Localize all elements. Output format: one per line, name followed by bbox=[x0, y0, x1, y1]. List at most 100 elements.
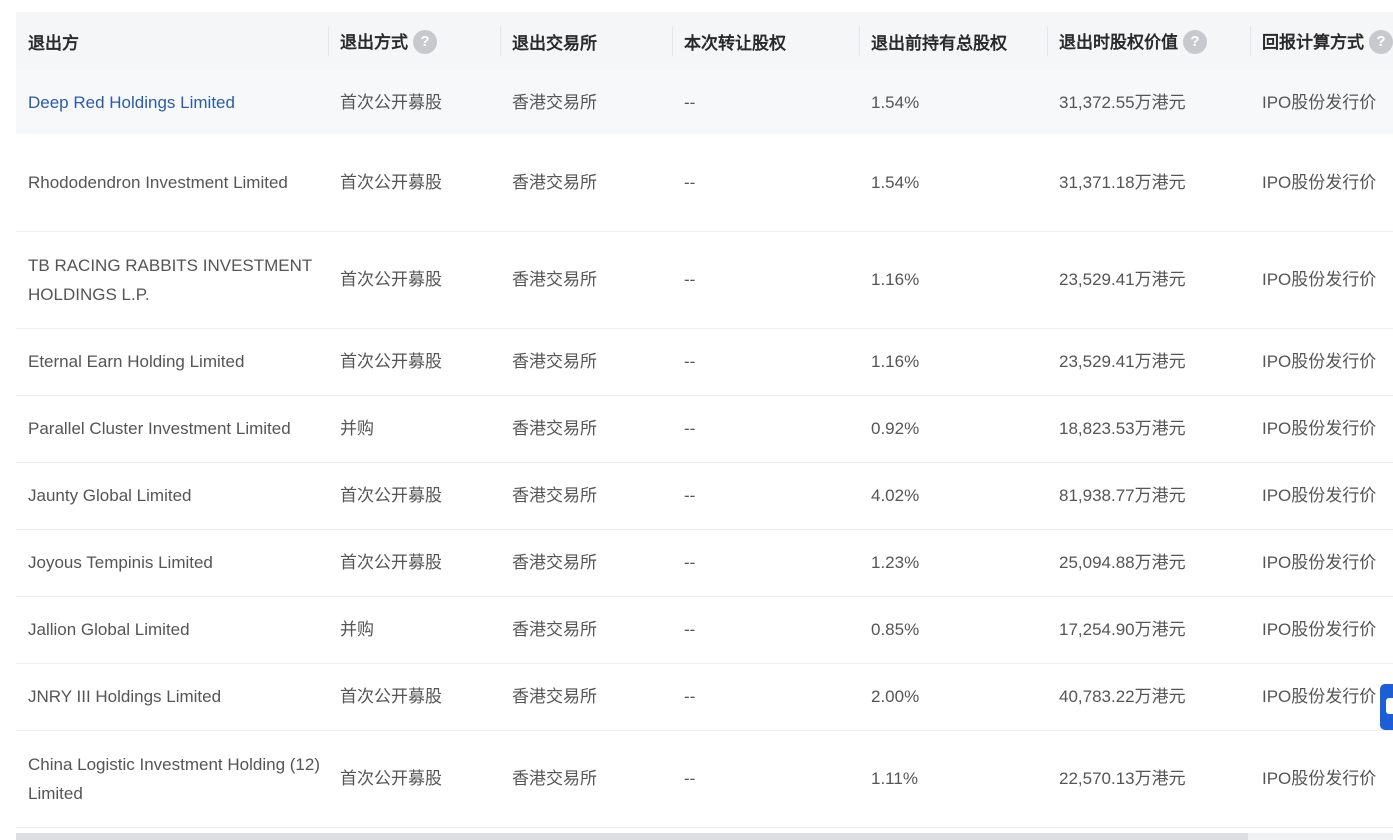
column-header-exit-value: 退出时股权价值? bbox=[1047, 12, 1250, 70]
floating-feedback-button[interactable] bbox=[1380, 684, 1393, 730]
cell-text: IPO股份发行价 bbox=[1262, 172, 1377, 192]
cell-text: 香港交易所 bbox=[512, 620, 597, 639]
table-row[interactable]: Jaunty Global Limited 首次公开募股 香港交易所 -- 4.02% 8… bbox=[16, 462, 1393, 530]
cell-exit-method: 首次公开募股 bbox=[328, 231, 500, 329]
column-header-transfer-equity: 本次转让股权 bbox=[672, 12, 859, 70]
cell-text: -- bbox=[684, 553, 696, 572]
table-row[interactable]: JNRY III Holdings Limited 首次公开募股 香港交易所 -- 2.… bbox=[16, 663, 1393, 731]
cell-text: -- bbox=[684, 620, 696, 639]
cell-exit-value: 25,094.88万港元 bbox=[1047, 529, 1250, 597]
cell-exit-method: 首次公开募股 bbox=[328, 328, 500, 396]
cell-exit-method: 并购 bbox=[328, 395, 500, 463]
cell-text: Jaunty Global Limited bbox=[28, 486, 192, 505]
cell-text: 首次公开募股 bbox=[340, 687, 442, 706]
cell-text: 23,529.41万港元 bbox=[1059, 270, 1186, 289]
cell-text: IPO股份发行价 bbox=[1262, 352, 1377, 371]
cell-exit-exchange: 香港交易所 bbox=[500, 596, 672, 664]
cell-text: IPO股份发行价 bbox=[1262, 270, 1377, 289]
horizontal-scrollbar[interactable] bbox=[16, 833, 1393, 840]
cell-exit-method: 首次公开募股 bbox=[328, 134, 500, 232]
table-row[interactable]: Jallion Global Limited 并购 香港交易所 -- 0.85% 17,2… bbox=[16, 596, 1393, 664]
cell-text: Parallel Cluster Investment Limited bbox=[28, 419, 291, 438]
cell-exit-party: Rhododendron Investment Limited bbox=[16, 134, 328, 232]
cell-return-calc: IPO股份发行价 bbox=[1250, 462, 1393, 530]
column-header-exit-exchange: 退出交易所 bbox=[500, 12, 672, 70]
cell-transfer-equity: -- bbox=[672, 395, 859, 463]
help-question-icon[interactable]: ? bbox=[1183, 30, 1207, 54]
table-row[interactable]: Eternal Earn Holding Limited 首次公开募股 香港交易所 -… bbox=[16, 328, 1393, 396]
cell-exit-exchange: 香港交易所 bbox=[500, 730, 672, 828]
table-row[interactable]: Rhododendron Investment Limited 首次公开募股 香港交… bbox=[16, 134, 1393, 232]
cell-held-equity: 1.23% bbox=[859, 529, 1047, 597]
column-divider bbox=[672, 26, 673, 56]
cell-text: 0.92% bbox=[871, 419, 920, 438]
cell-text: 1.54% bbox=[871, 92, 920, 112]
cell-exit-value: 22,570.13万港元 bbox=[1047, 730, 1250, 828]
cell-exit-value: 40,783.22万港元 bbox=[1047, 663, 1250, 731]
help-question-icon[interactable]: ? bbox=[1369, 30, 1393, 54]
cell-transfer-equity: -- bbox=[672, 328, 859, 396]
column-divider bbox=[1250, 26, 1251, 56]
cell-exit-value: 31,372.55万港元 bbox=[1047, 70, 1250, 134]
cell-text: IPO股份发行价 bbox=[1262, 553, 1377, 572]
table-row[interactable]: Parallel Cluster Investment Limited 并购 香港交… bbox=[16, 395, 1393, 463]
column-header-label: 本次转让股权 bbox=[684, 33, 786, 53]
column-header-label: 退出交易所 bbox=[512, 33, 597, 53]
cell-exit-method: 首次公开募股 bbox=[328, 663, 500, 731]
table-row[interactable]: TB RACING RABBITS INVESTMENT HOLDINGS L.… bbox=[16, 231, 1393, 329]
cell-text: 并购 bbox=[340, 620, 374, 639]
cell-text: 1.23% bbox=[871, 553, 920, 572]
cell-text: JNRY III Holdings Limited bbox=[28, 687, 222, 706]
column-header-label: 回报计算方式 bbox=[1262, 32, 1364, 52]
cell-text: 18,823.53万港元 bbox=[1059, 419, 1186, 438]
cell-text: 40,783.22万港元 bbox=[1059, 687, 1186, 706]
cell-text: -- bbox=[684, 687, 696, 706]
cell-text: China Logistic Investment Holding (12) L… bbox=[28, 754, 320, 803]
cell-text: IPO股份发行价 bbox=[1262, 92, 1377, 112]
column-header-return-calc: 回报计算方式? bbox=[1250, 12, 1393, 70]
cell-return-calc: IPO股份发行价 bbox=[1250, 663, 1393, 731]
cell-text: -- bbox=[684, 270, 696, 289]
column-divider bbox=[500, 26, 501, 56]
cell-exit-party: JNRY III Holdings Limited bbox=[16, 663, 328, 731]
feedback-icon bbox=[1386, 698, 1393, 714]
cell-exit-party: TB RACING RABBITS INVESTMENT HOLDINGS L.… bbox=[16, 231, 328, 329]
column-divider bbox=[859, 26, 860, 56]
cell-text: 25,094.88万港元 bbox=[1059, 553, 1186, 572]
cell-exit-exchange: 香港交易所 bbox=[500, 529, 672, 597]
exit-party-link[interactable]: Deep Red Holdings Limited bbox=[28, 93, 235, 112]
cell-text: 首次公开募股 bbox=[340, 769, 442, 788]
cell-text: 17,254.90万港元 bbox=[1059, 620, 1186, 639]
column-header-label: 退出前持有总股权 bbox=[871, 33, 1007, 53]
table-row[interactable]: Joyous Tempinis Limited 首次公开募股 香港交易所 -- 1.23… bbox=[16, 529, 1393, 597]
cell-transfer-equity: -- bbox=[672, 231, 859, 329]
cell-return-calc: IPO股份发行价 bbox=[1250, 395, 1393, 463]
cell-exit-party: China Logistic Investment Holding (12) L… bbox=[16, 730, 328, 828]
cell-text: Eternal Earn Holding Limited bbox=[28, 352, 245, 371]
cell-text: -- bbox=[684, 769, 696, 788]
cell-exit-exchange: 香港交易所 bbox=[500, 395, 672, 463]
cell-transfer-equity: -- bbox=[672, 462, 859, 530]
cell-return-calc: IPO股份发行价 bbox=[1250, 730, 1393, 828]
cell-held-equity: 1.11% bbox=[859, 730, 1047, 828]
help-question-icon[interactable]: ? bbox=[413, 30, 437, 54]
cell-text: 31,372.55万港元 bbox=[1059, 92, 1186, 112]
cell-text: 1.11% bbox=[871, 769, 918, 788]
cell-held-equity: 0.92% bbox=[859, 395, 1047, 463]
table-row[interactable]: China Logistic Investment Holding (12) L… bbox=[16, 730, 1393, 828]
column-divider bbox=[1047, 26, 1048, 56]
cell-held-equity: 2.00% bbox=[859, 663, 1047, 731]
horizontal-scrollbar-thumb[interactable] bbox=[16, 833, 1248, 840]
cell-exit-exchange: 香港交易所 bbox=[500, 231, 672, 329]
cell-text: 香港交易所 bbox=[512, 553, 597, 572]
cell-text: 0.85% bbox=[871, 620, 920, 639]
column-header-exit-method: 退出方式? bbox=[328, 12, 500, 70]
table-row[interactable]: Deep Red Holdings Limited 首次公开募股 香港交易所 -- 1.… bbox=[16, 70, 1393, 134]
cell-text: 香港交易所 bbox=[512, 270, 597, 289]
cell-text: 81,938.77万港元 bbox=[1059, 486, 1186, 505]
cell-text: Jallion Global Limited bbox=[28, 620, 190, 639]
cell-text: 首次公开募股 bbox=[340, 270, 442, 289]
table-body: Deep Red Holdings Limited 首次公开募股 香港交易所 -- 1.… bbox=[16, 70, 1393, 828]
column-header-label: 退出方 bbox=[28, 33, 79, 53]
cell-text: 4.02% bbox=[871, 486, 920, 505]
